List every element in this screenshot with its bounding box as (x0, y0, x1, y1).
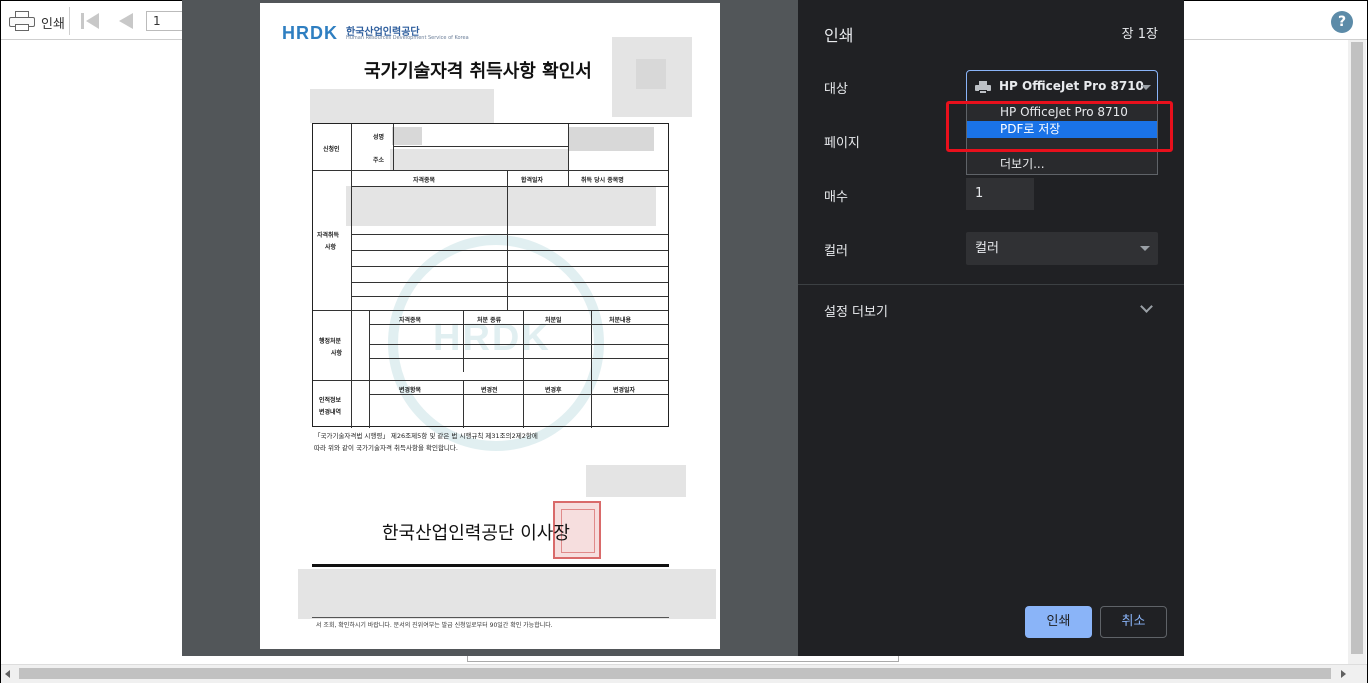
admin-header: 처분내용 (609, 317, 632, 324)
print-settings-panel: 인쇄 장 1장 대상 HP OfficeJet Pro 8710 페이지 HP … (798, 0, 1184, 656)
document-signature: 한국산업인력공단 이사장 (382, 523, 570, 544)
personal-section-label: 변경내역 (319, 409, 342, 416)
printer-icon (975, 81, 991, 94)
annotation-highlight-box (946, 101, 1173, 152)
personal-header: 변경항목 (399, 387, 422, 394)
cancel-button[interactable]: 취소 (1100, 606, 1167, 638)
personal-section-label: 인적정보 (319, 397, 342, 404)
color-label: 컬러 (824, 244, 848, 259)
page-number-input[interactable]: 1 (146, 11, 186, 31)
dropdown-option-more[interactable]: 더보기... (967, 156, 1157, 173)
copies-label: 매수 (824, 190, 848, 205)
vertical-scrollbar[interactable] (1348, 40, 1366, 664)
redacted-block (310, 89, 494, 123)
document-note: 따라 위와 같이 국가기술자격 취득사항을 확인합니다. (314, 444, 458, 452)
personal-header: 변경전 (481, 387, 498, 394)
org-subtitle: Human Resources Development Service of K… (346, 35, 469, 41)
qual-header: 자격종목 (413, 177, 436, 184)
destination-value: HP OfficeJet Pro 8710 (999, 79, 1144, 93)
admin-header: 처분 종류 (477, 317, 502, 324)
scroll-left-icon[interactable] (5, 670, 10, 678)
destination-label: 대상 (824, 82, 848, 97)
chevron-down-icon (1140, 246, 1150, 251)
redacted-block (298, 569, 716, 619)
section-divider (798, 284, 1184, 285)
color-value: 컬러 (975, 241, 999, 256)
document-footer: 서 조회, 확인하시기 바랍니다. 문서의 진위여부는 발급 신청일로부터 90… (316, 622, 553, 629)
pages-label: 페이지 (824, 136, 860, 151)
horizontal-scrollbar[interactable] (1, 664, 1367, 683)
more-settings-toggle[interactable]: 설정 더보기 (824, 301, 888, 320)
print-button[interactable]: 인쇄 (1025, 606, 1092, 638)
toolbar-divider (69, 7, 70, 35)
qual-section-label: 자격취득 (317, 232, 340, 239)
color-select[interactable]: 컬러 (966, 232, 1158, 265)
redacted-block (586, 465, 686, 497)
scroll-thumb[interactable] (19, 668, 1331, 679)
viewer-print-label[interactable]: 인쇄 (41, 13, 65, 32)
page-count: 장 1장 (1121, 27, 1158, 42)
previous-page-icon[interactable] (119, 13, 133, 29)
admin-header: 처분일 (545, 317, 562, 324)
footer-rule (312, 617, 669, 618)
applicant-label: 신청인 (323, 146, 340, 153)
name-label: 성명 (373, 134, 385, 141)
qual-header: 합격일자 (521, 177, 544, 184)
document-title: 국가기술자격 취득사항 확인서 (364, 61, 592, 82)
qual-header: 취득 당시 종목명 (581, 177, 624, 184)
scroll-thumb[interactable] (1351, 42, 1363, 654)
help-icon[interactable]: ? (1331, 11, 1353, 33)
background-element (467, 656, 899, 662)
personal-header: 변경일자 (613, 387, 636, 394)
chevron-down-icon (1141, 85, 1151, 90)
document-table: 신청인 성명 주소 자격종목 합격일자 취득 당시 종목명 자격취득 사항 자격… (312, 123, 669, 428)
dialog-title: 인쇄 (824, 26, 854, 45)
hrdk-logo: HRDK (282, 23, 338, 43)
printer-icon[interactable] (9, 11, 35, 31)
personal-header: 변경후 (545, 387, 562, 394)
destination-select[interactable]: HP OfficeJet Pro 8710 (966, 70, 1158, 104)
admin-section-label: 사항 (331, 350, 343, 357)
expand-chevron-icon[interactable] (1140, 300, 1153, 313)
document-note: 「국가기술자격법 시행령」 제26조제5항 및 같은 법 시행규칙 제31조의2… (314, 432, 538, 440)
copies-input[interactable]: 1 (966, 178, 1034, 210)
admin-section-label: 행정처분 (319, 338, 342, 345)
preview-page: HRDK 한국산업인력공단 Human Resources Developmen… (260, 3, 720, 649)
document-rule (312, 564, 669, 567)
address-label: 주소 (373, 157, 385, 164)
scroll-right-icon[interactable] (1341, 670, 1346, 678)
redacted-block (636, 59, 666, 89)
admin-header: 자격종목 (399, 317, 422, 324)
qual-section-label: 사항 (325, 244, 337, 251)
first-page-icon[interactable] (81, 13, 105, 29)
